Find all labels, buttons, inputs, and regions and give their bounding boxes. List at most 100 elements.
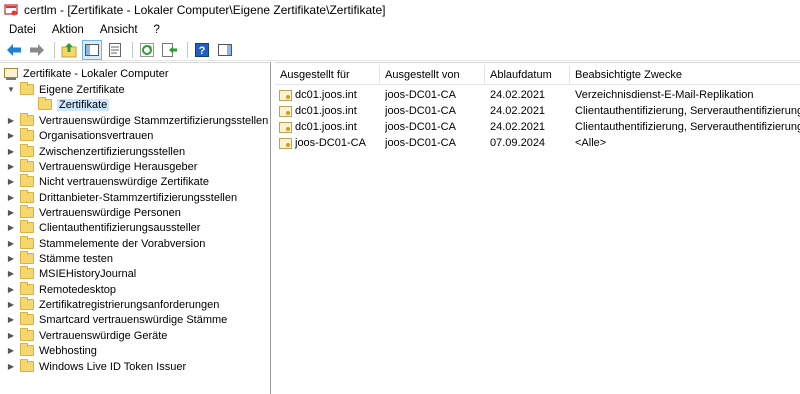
cell-purposes: Verzeichnisdienst-E-Mail-Replikation [575, 89, 754, 101]
action-pane-icon[interactable] [215, 40, 235, 60]
tree-item-label: Webhosting [39, 344, 97, 357]
chevron-right-icon[interactable]: ▶ [6, 205, 16, 220]
cell-issued-by: joos-DC01-CA [385, 121, 456, 133]
tree-item-drittanbieter-stammzertifizierungsstellen[interactable]: ▶ Drittanbieter-Stammzertifizierungsstel… [6, 190, 237, 205]
column-ablaufdatum[interactable]: Ablaufdatum [485, 65, 570, 85]
up-folder-icon[interactable] [59, 40, 79, 60]
column-ausgestellt-fuer[interactable]: Ausgestellt für [275, 65, 380, 85]
menu-aktion[interactable]: Aktion [44, 24, 92, 36]
chevron-right-icon[interactable]: ▶ [6, 113, 16, 128]
folder-icon [20, 128, 34, 141]
tree-item-label: Clientauthentifizierungsaussteller [39, 221, 201, 234]
tree-item-staemme-testen[interactable]: ▶ Stämme testen [6, 251, 113, 266]
tree-item-windows-live-id-token-issuer[interactable]: ▶ Windows Live ID Token Issuer [6, 359, 186, 374]
table-row[interactable]: dc01.joos.int joos-DC01-CA 24.02.2021 Ve… [275, 87, 800, 103]
chevron-right-icon[interactable]: ▶ [6, 312, 16, 327]
menu-help[interactable]: ? [146, 24, 168, 36]
chevron-right-icon[interactable]: ▶ [6, 128, 16, 143]
table-row[interactable]: dc01.joos.int joos-DC01-CA 24.02.2021 Cl… [275, 103, 800, 119]
help-icon[interactable]: ? [192, 40, 212, 60]
tree-item-label: Smartcard vertrauenswürdige Stämme [39, 313, 228, 326]
tree-item-zwischenzertifizierungsstellen[interactable]: ▶ Zwischenzertifizierungsstellen [6, 144, 185, 159]
svg-text:?: ? [199, 45, 206, 57]
chevron-right-icon[interactable]: ▶ [6, 251, 16, 266]
toolbar: ? [0, 39, 800, 61]
folder-icon [20, 251, 34, 264]
tree-item-vertrauenswuerdige-stammzertifizierungsstellen[interactable]: ▶ Vertrauenswürdige Stammzertifizierungs… [6, 113, 268, 128]
menu-datei[interactable]: Datei [0, 24, 44, 36]
folder-icon [20, 266, 34, 279]
show-hide-console-tree-icon[interactable] [82, 39, 102, 60]
chevron-right-icon[interactable]: ▶ [6, 297, 16, 312]
chevron-right-icon[interactable]: ▶ [6, 266, 16, 281]
tree-item-zertifikatregistrierungsanforderungen[interactable]: ▶ Zertifikatregistrierungsanforderungen [6, 297, 219, 312]
folder-icon [20, 359, 34, 372]
tree-item-webhosting[interactable]: ▶ Webhosting [6, 343, 97, 358]
chevron-right-icon[interactable]: ▶ [6, 220, 16, 235]
export-list-icon[interactable] [160, 40, 180, 60]
chevron-right-icon[interactable]: ▶ [6, 328, 16, 343]
folder-icon [20, 236, 34, 249]
back-arrow-icon[interactable] [4, 40, 24, 60]
column-ausgestellt-von[interactable]: Ausgestellt von [380, 65, 485, 85]
cell-issued-to: dc01.joos.int [279, 87, 379, 103]
tree-item-msiehistoryjournal[interactable]: ▶ MSIEHistoryJournal [6, 266, 136, 281]
cell-expiration: 24.02.2021 [490, 105, 546, 117]
certificate-store-icon [4, 67, 18, 80]
cell-issued-by: joos-DC01-CA [385, 137, 456, 149]
folder-icon [20, 220, 34, 233]
tree-item-vertrauenswuerdige-personen[interactable]: ▶ Vertrauenswürdige Personen [6, 205, 181, 220]
refresh-icon[interactable] [137, 40, 157, 60]
table-row[interactable]: dc01.joos.int joos-DC01-CA 24.02.2021 Cl… [275, 119, 800, 135]
tree-item-vertrauenswuerdige-herausgeber[interactable]: ▶ Vertrauenswürdige Herausgeber [6, 159, 197, 174]
folder-icon [20, 144, 34, 157]
toolbar-separator [187, 41, 188, 58]
tree-item-label: Zwischenzertifizierungsstellen [39, 145, 186, 158]
tree-item-label: Zertifikatregistrierungsanforderungen [39, 298, 220, 311]
chevron-right-icon[interactable]: ▶ [6, 174, 16, 189]
chevron-right-icon[interactable]: ▶ [6, 144, 16, 159]
tree-item-label: Stämme testen [39, 252, 113, 265]
folder-icon [20, 159, 34, 172]
tree-item-label: Eigene Zertifikate [39, 83, 125, 96]
tree-item-label: Drittanbieter-Stammzertifizierungsstelle… [39, 191, 238, 204]
tree-item-label: Zertifikate [57, 98, 110, 111]
tree-item-remotedesktop[interactable]: ▶ Remotedesktop [6, 282, 116, 297]
tree-item-smartcard-vertrauenswuerdige-staemme[interactable]: ▶ Smartcard vertrauenswürdige Stämme [6, 312, 227, 327]
tree-item-label: Windows Live ID Token Issuer [39, 360, 187, 373]
table-row[interactable]: joos-DC01-CA joos-DC01-CA 07.09.2024 <Al… [275, 135, 800, 151]
cell-expiration: 24.02.2021 [490, 121, 546, 133]
chevron-right-icon[interactable]: ▶ [6, 359, 16, 374]
tree-root[interactable]: Zertifikate - Lokaler Computer [4, 66, 169, 81]
chevron-right-icon[interactable]: ▶ [6, 190, 16, 205]
tree-item-stammelemente-der-vorabversion[interactable]: ▶ Stammelemente der Vorabversion [6, 236, 205, 251]
tree-item-zertifikate[interactable]: Zertifikate [38, 97, 110, 112]
chevron-right-icon[interactable]: ▶ [6, 282, 16, 297]
cell-issued-to: dc01.joos.int [279, 103, 379, 119]
chevron-right-icon[interactable]: ▶ [6, 236, 16, 251]
properties-icon[interactable] [105, 40, 125, 60]
menu-ansicht[interactable]: Ansicht [92, 24, 146, 36]
tree-item-clientauthentifizierungsaussteller[interactable]: ▶ Clientauthentifizierungsaussteller [6, 220, 200, 235]
forward-arrow-icon[interactable] [27, 40, 47, 60]
tree-item-label: Organisationsvertrauen [39, 129, 154, 142]
tree-item-vertrauenswuerdige-geraete[interactable]: ▶ Vertrauenswürdige Geräte [6, 328, 167, 343]
chevron-right-icon[interactable]: ▶ [6, 159, 16, 174]
folder-icon [20, 312, 34, 325]
console-tree[interactable]: Zertifikate - Lokaler Computer ▼ Eigene … [0, 62, 271, 394]
folder-icon [20, 113, 34, 126]
tree-item-label: MSIEHistoryJournal [39, 267, 137, 280]
chevron-down-icon[interactable]: ▼ [6, 82, 16, 97]
tree-item-organisationsvertrauen[interactable]: ▶ Organisationsvertrauen [6, 128, 153, 143]
tree-item-eigene-zertifikate[interactable]: ▼ Eigene Zertifikate [6, 82, 125, 97]
chevron-right-icon[interactable]: ▶ [6, 343, 16, 358]
cell-expiration: 24.02.2021 [490, 89, 546, 101]
tree-item-nicht-vertrauenswuerdige-zertifikate[interactable]: ▶ Nicht vertrauenswürdige Zertifikate [6, 174, 209, 189]
certificate-list[interactable]: Ausgestellt für Ausgestellt von Ablaufda… [275, 62, 800, 394]
certificate-icon [279, 105, 292, 117]
column-beabsichtigte-zwecke[interactable]: Beabsichtigte Zwecke [570, 65, 800, 85]
tree-item-label: Remotedesktop [39, 283, 117, 296]
certificate-icon [279, 89, 292, 101]
cell-issued-to: dc01.joos.int [279, 119, 379, 135]
toolbar-separator [132, 41, 133, 58]
